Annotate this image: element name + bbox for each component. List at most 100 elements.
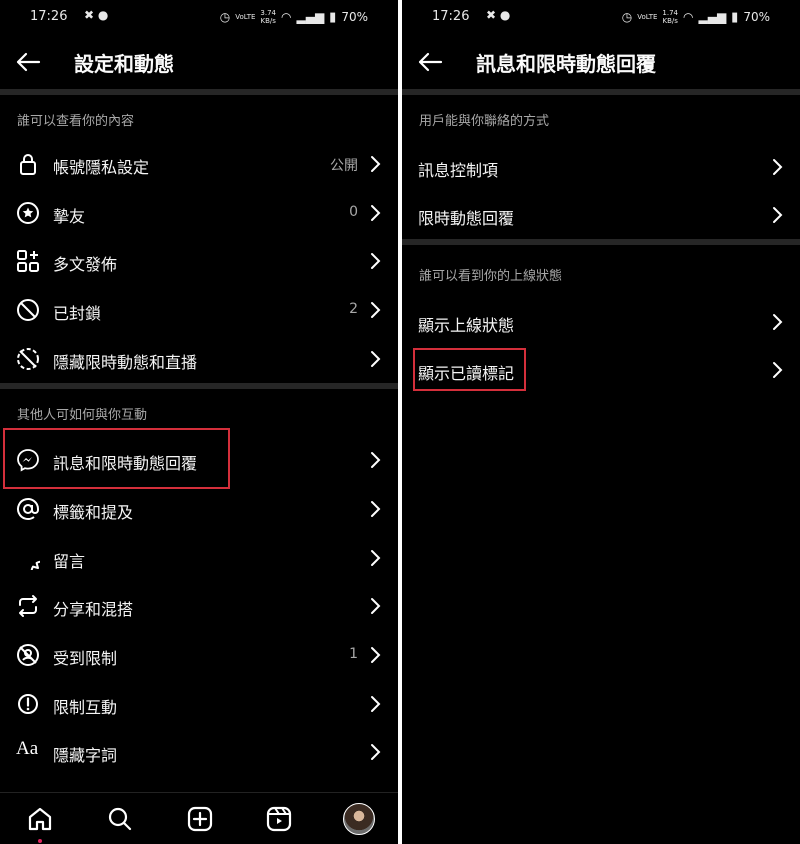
volte-icon: VoLTE [637, 13, 658, 21]
settings-item-value: 2 [349, 301, 358, 317]
settings-item-value: 公開 [330, 158, 358, 174]
settings-item-message-controls[interactable]: 訊息控制項 [402, 143, 800, 191]
settings-item-show-activity-status[interactable]: 顯示上線狀態 [402, 298, 800, 346]
settings-item-hidden-words[interactable]: Aa 隱藏字詞 [0, 728, 398, 776]
section-divider [402, 89, 800, 95]
battery-level: 70% [341, 10, 368, 24]
block-icon [17, 299, 39, 321]
chevron-right-icon [371, 205, 381, 221]
share-remix-icon [19, 595, 37, 617]
alarm-icon: ◷ [219, 10, 231, 24]
settings-item-label: 已封鎖 [53, 304, 102, 323]
network-speed: 3.74 KB/s [260, 9, 276, 25]
alarm-icon: ◷ [621, 10, 633, 24]
section-label-interactions: 其他人可如何與你互動 [17, 408, 148, 423]
page-title: 設定和動態 [74, 52, 174, 76]
signal-icon: ▂▄▆ [698, 10, 727, 24]
battery-icon: ▮ [731, 9, 739, 25]
chevron-right-icon [371, 302, 381, 318]
settings-item-value: 1 [349, 646, 358, 662]
page-header: 設定和動態 [0, 42, 398, 82]
restricted-icon [17, 644, 39, 666]
battery-icon: ▮ [329, 9, 337, 25]
settings-item-label: 顯示上線狀態 [418, 316, 515, 335]
status-bar: 17:26 ✖ ● ◷ VoLTE 1.74 KB/s ◠ ▂▄▆ ▮ 70% [402, 6, 800, 28]
chevron-right-icon [371, 647, 381, 663]
settings-item-close-friends[interactable]: 摯友 0 [0, 189, 398, 237]
chevron-right-icon [773, 159, 783, 175]
notification-icons: ✖ ● [84, 8, 109, 22]
settings-item-label: 隱藏限時動態和直播 [53, 353, 198, 372]
settings-item-account-privacy[interactable]: 帳號隱私設定 公開 [0, 140, 398, 188]
grid-plus-icon [17, 250, 39, 272]
status-bar: 17:26 ✖ ● ◷ VoLTE 3.74 KB/s ◠ ▂▄▆ ▮ 70% [0, 6, 398, 28]
chevron-right-icon [371, 452, 381, 468]
create-icon[interactable] [186, 805, 214, 833]
chevron-right-icon [773, 314, 783, 330]
back-arrow-icon[interactable] [416, 48, 444, 76]
chevron-right-icon [371, 598, 381, 614]
settings-item-label: 多文發佈 [53, 255, 118, 274]
highlight-box [3, 428, 230, 489]
chevron-right-icon [371, 550, 381, 566]
section-divider [0, 383, 398, 389]
settings-item-hide-story[interactable]: 隱藏限時動態和直播 [0, 335, 398, 383]
limit-interactions-icon [17, 694, 39, 714]
section-label-visibility: 誰可以查看你的內容 [17, 114, 135, 129]
settings-item-label: 摯友 [53, 207, 86, 226]
settings-item-label: 分享和混搭 [53, 600, 134, 619]
chevron-right-icon [773, 362, 783, 378]
chevron-right-icon [371, 696, 381, 712]
comment-icon [30, 560, 40, 570]
settings-item-label: 隱藏字詞 [53, 746, 118, 765]
section-label-contact: 用戶能與你聯絡的方式 [419, 114, 550, 129]
chevron-right-icon [773, 207, 783, 223]
status-time: 17:26 [432, 9, 470, 24]
settings-item-tags-mentions[interactable]: 標籤和提及 [0, 485, 398, 533]
settings-item-label: 帳號隱私設定 [53, 158, 150, 177]
network-speed: 1.74 KB/s [662, 9, 678, 25]
page-title: 訊息和限時動態回覆 [476, 52, 656, 76]
chevron-right-icon [371, 253, 381, 269]
lock-icon [20, 154, 36, 175]
profile-avatar[interactable] [343, 803, 375, 835]
signal-icon: ▂▄▆ [296, 10, 325, 24]
settings-item-label: 限時動態回覆 [418, 209, 515, 228]
section-divider [0, 89, 398, 95]
settings-item-sharing-remix[interactable]: 分享和混搭 [0, 582, 398, 630]
home-icon[interactable] [26, 805, 54, 833]
settings-item-label: 訊息控制項 [418, 161, 499, 180]
back-arrow-icon[interactable] [14, 48, 42, 76]
at-icon [17, 498, 39, 520]
notification-dot [38, 839, 42, 843]
chevron-right-icon [371, 744, 381, 760]
status-time: 17:26 [30, 9, 68, 24]
bottom-navigation [0, 792, 398, 844]
page-header: 訊息和限時動態回覆 [402, 42, 800, 82]
search-icon[interactable] [106, 805, 134, 833]
settings-item-restricted[interactable]: 受到限制 1 [0, 631, 398, 679]
settings-panel: 17:26 ✖ ● ◷ VoLTE 3.74 KB/s ◠ ▂▄▆ ▮ 70% … [0, 0, 398, 844]
settings-item-story-replies[interactable]: 限時動態回覆 [402, 191, 800, 239]
chevron-right-icon [371, 351, 381, 367]
reels-icon[interactable] [265, 805, 293, 833]
settings-item-label: 標籤和提及 [53, 503, 134, 522]
settings-item-comments[interactable]: 留言 [0, 534, 398, 582]
star-circle-icon [17, 202, 39, 224]
settings-item-label: 留言 [53, 552, 86, 571]
battery-level: 70% [743, 10, 770, 24]
chevron-right-icon [371, 501, 381, 517]
story-hide-icon [17, 348, 39, 370]
notification-icons: ✖ ● [486, 8, 511, 22]
settings-item-blocked[interactable]: 已封鎖 2 [0, 286, 398, 334]
settings-item-limit-interactions[interactable]: 限制互動 [0, 680, 398, 728]
settings-item-crossposting[interactable]: 多文發佈 [0, 237, 398, 285]
settings-item-label: 受到限制 [53, 649, 118, 668]
volte-icon: VoLTE [235, 13, 256, 21]
highlight-box [413, 348, 526, 391]
hidden-words-icon: Aa [16, 738, 39, 759]
status-right: ◷ VoLTE 1.74 KB/s ◠ ▂▄▆ ▮ 70% [622, 9, 770, 25]
settings-item-value: 0 [349, 204, 358, 220]
status-right: ◷ VoLTE 3.74 KB/s ◠ ▂▄▆ ▮ 70% [220, 9, 368, 25]
wifi-icon: ◠ [281, 10, 292, 24]
